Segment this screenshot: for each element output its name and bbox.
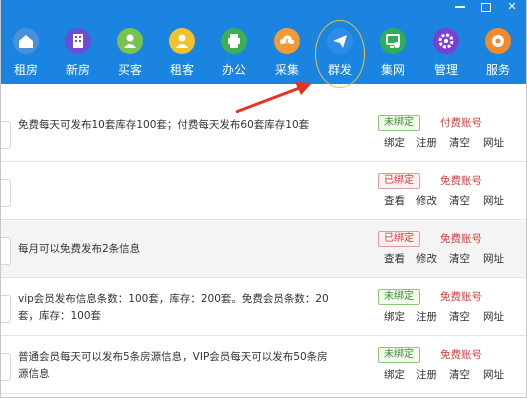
window-frame [0, 0, 527, 398]
